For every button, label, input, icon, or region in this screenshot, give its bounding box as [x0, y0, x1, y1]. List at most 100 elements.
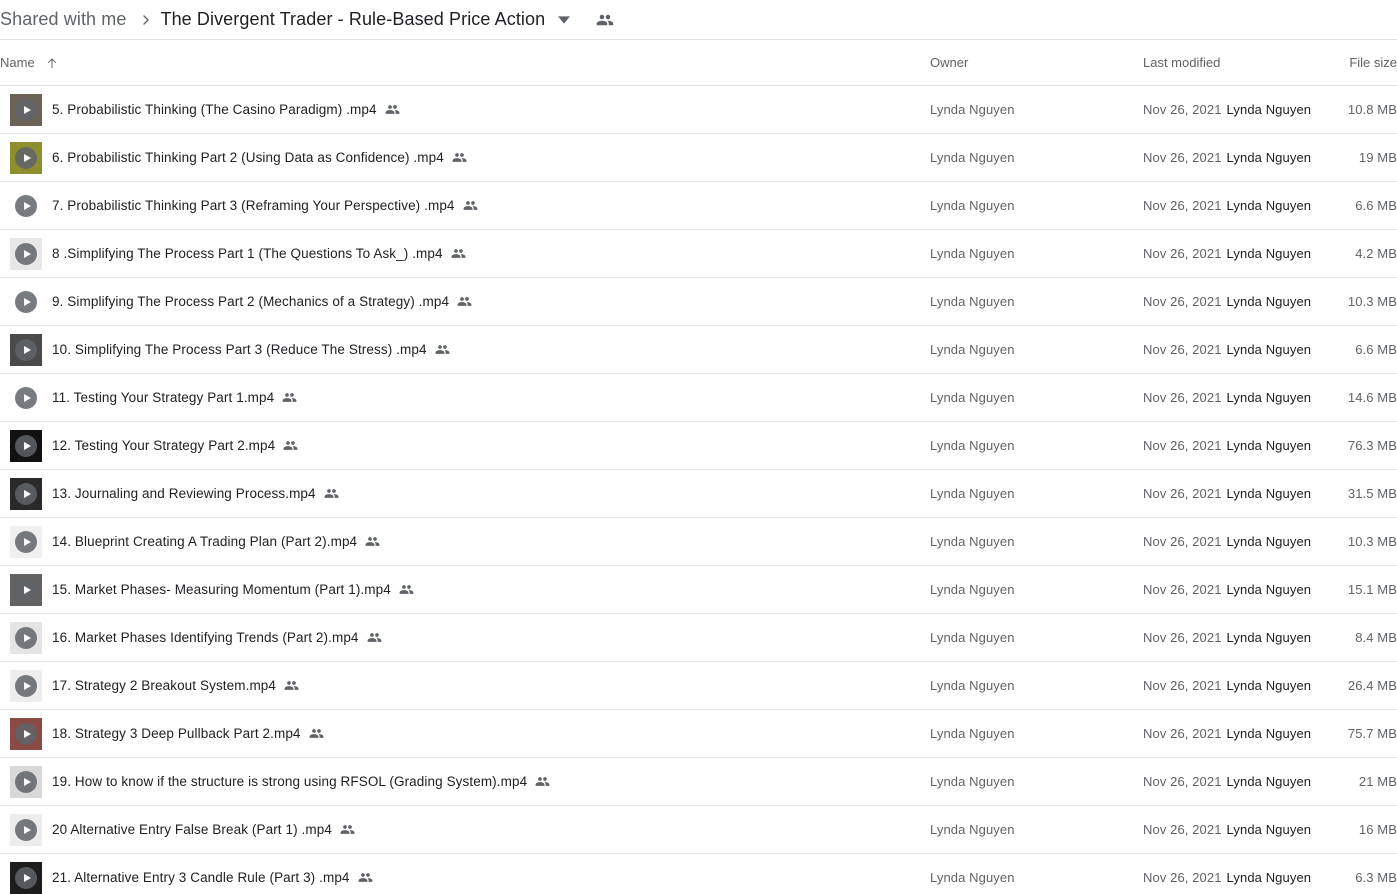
- file-name-label[interactable]: 17. Strategy 2 Breakout System.mp4: [52, 678, 276, 693]
- video-thumbnail[interactable]: [10, 573, 42, 606]
- table-row[interactable]: 9. Simplifying The Process Part 2 (Mecha…: [0, 278, 1397, 326]
- video-thumbnail[interactable]: [10, 285, 42, 318]
- table-row[interactable]: 10. Simplifying The Process Part 3 (Redu…: [0, 326, 1397, 374]
- table-row[interactable]: 20 Alternative Entry False Break (Part 1…: [0, 806, 1397, 854]
- file-name-label[interactable]: 6. Probabilistic Thinking Part 2 (Using …: [52, 150, 444, 165]
- file-name-label[interactable]: 15. Market Phases- Measuring Momentum (P…: [52, 582, 391, 597]
- file-owner: Lynda Nguyen: [930, 390, 1015, 405]
- chevron-down-icon[interactable]: [551, 7, 577, 33]
- file-last-modified: Nov 26, 2021 Lynda Nguyen: [1143, 198, 1342, 213]
- play-icon: [15, 482, 37, 505]
- table-row[interactable]: 16. Market Phases Identifying Trends (Pa…: [0, 614, 1397, 662]
- file-name-cell: 10. Simplifying The Process Part 3 (Redu…: [0, 333, 930, 366]
- file-name-cell: 9. Simplifying The Process Part 2 (Mecha…: [0, 285, 930, 318]
- table-row[interactable]: 8 .Simplifying The Process Part 1 (The Q…: [0, 230, 1397, 278]
- last-modified-by: Lynda Nguyen: [1226, 390, 1312, 405]
- file-owner: Lynda Nguyen: [930, 150, 1015, 165]
- file-name-label[interactable]: 20 Alternative Entry False Break (Part 1…: [52, 822, 332, 837]
- column-header-name[interactable]: Name: [0, 55, 930, 70]
- people-shared-icon[interactable]: [591, 6, 619, 34]
- video-thumbnail[interactable]: [10, 93, 42, 126]
- table-row[interactable]: 18. Strategy 3 Deep Pullback Part 2.mp4 L…: [0, 710, 1397, 758]
- video-thumbnail[interactable]: [10, 669, 42, 702]
- file-last-modified: Nov 26, 2021 Lynda Nguyen: [1143, 246, 1342, 261]
- video-thumbnail[interactable]: [10, 621, 42, 654]
- file-name-label[interactable]: 12. Testing Your Strategy Part 2.mp4: [52, 438, 275, 453]
- file-name-label[interactable]: 13. Journaling and Reviewing Process.mp4: [52, 486, 316, 501]
- file-name-cell: 12. Testing Your Strategy Part 2.mp4: [0, 429, 930, 462]
- breadcrumb-root-shared-with-me[interactable]: Shared with me: [0, 7, 132, 32]
- last-modified-by: Lynda Nguyen: [1226, 246, 1312, 261]
- people-shared-icon: [365, 534, 380, 549]
- table-row[interactable]: 7. Probabilistic Thinking Part 3 (Refram…: [0, 182, 1397, 230]
- column-header-owner[interactable]: Owner: [930, 55, 1143, 70]
- file-name-label[interactable]: 10. Simplifying The Process Part 3 (Redu…: [52, 342, 427, 357]
- file-name-label[interactable]: 9. Simplifying The Process Part 2 (Mecha…: [52, 294, 449, 309]
- file-last-modified: Nov 26, 2021 Lynda Nguyen: [1143, 726, 1342, 741]
- play-icon: [15, 866, 37, 889]
- video-thumbnail[interactable]: [10, 717, 42, 750]
- video-thumbnail[interactable]: [10, 237, 42, 270]
- table-row[interactable]: 21. Alternative Entry 3 Candle Rule (Par…: [0, 854, 1397, 894]
- table-row[interactable]: 5. Probabilistic Thinking (The Casino Pa…: [0, 86, 1397, 134]
- table-row[interactable]: 11. Testing Your Strategy Part 1.mp4 Lynd…: [0, 374, 1397, 422]
- video-thumbnail[interactable]: [10, 477, 42, 510]
- file-name-label[interactable]: 21. Alternative Entry 3 Candle Rule (Par…: [52, 870, 350, 885]
- play-icon: [15, 146, 37, 169]
- video-thumbnail[interactable]: [10, 429, 42, 462]
- last-modified-by: Lynda Nguyen: [1226, 294, 1312, 309]
- video-thumbnail[interactable]: [10, 765, 42, 798]
- table-row[interactable]: 12. Testing Your Strategy Part 2.mp4 Lynd…: [0, 422, 1397, 470]
- file-last-modified: Nov 26, 2021 Lynda Nguyen: [1143, 150, 1342, 165]
- last-modified-by: Lynda Nguyen: [1226, 102, 1312, 117]
- table-row[interactable]: 6. Probabilistic Thinking Part 2 (Using …: [0, 134, 1397, 182]
- file-owner: Lynda Nguyen: [930, 294, 1015, 309]
- file-name-label[interactable]: 16. Market Phases Identifying Trends (Pa…: [52, 630, 359, 645]
- file-name-label[interactable]: 11. Testing Your Strategy Part 1.mp4: [52, 390, 274, 405]
- table-row[interactable]: 19. How to know if the structure is stro…: [0, 758, 1397, 806]
- file-owner: Lynda Nguyen: [930, 582, 1015, 597]
- column-header-row: Name Owner Last modified File size: [0, 40, 1397, 86]
- sort-ascending-icon[interactable]: [45, 56, 59, 70]
- last-modified-date: Nov 26, 2021: [1143, 678, 1222, 693]
- file-size: 6.6 MB: [1355, 342, 1397, 357]
- file-name-cell: 15. Market Phases- Measuring Momentum (P…: [0, 573, 930, 606]
- table-row[interactable]: 17. Strategy 2 Breakout System.mp4 Lynda …: [0, 662, 1397, 710]
- video-thumbnail[interactable]: [10, 333, 42, 366]
- video-thumbnail[interactable]: [10, 813, 42, 846]
- file-size: 76.3 MB: [1347, 438, 1397, 453]
- file-size: 75.7 MB: [1347, 726, 1397, 741]
- file-name-cell: 21. Alternative Entry 3 Candle Rule (Par…: [0, 861, 930, 894]
- file-name-label[interactable]: 14. Blueprint Creating A Trading Plan (P…: [52, 534, 357, 549]
- video-thumbnail[interactable]: [10, 189, 42, 222]
- table-row[interactable]: 14. Blueprint Creating A Trading Plan (P…: [0, 518, 1397, 566]
- file-last-modified: Nov 26, 2021 Lynda Nguyen: [1143, 534, 1342, 549]
- file-name-label[interactable]: 5. Probabilistic Thinking (The Casino Pa…: [52, 102, 377, 117]
- table-row[interactable]: 15. Market Phases- Measuring Momentum (P…: [0, 566, 1397, 614]
- file-size: 14.6 MB: [1347, 390, 1397, 405]
- video-thumbnail[interactable]: [10, 141, 42, 174]
- last-modified-by: Lynda Nguyen: [1226, 486, 1312, 501]
- file-size: 31.5 MB: [1347, 486, 1397, 501]
- people-shared-icon: [358, 870, 373, 885]
- file-name-label[interactable]: 7. Probabilistic Thinking Part 3 (Refram…: [52, 198, 455, 213]
- file-name-cell: 14. Blueprint Creating A Trading Plan (P…: [0, 525, 930, 558]
- play-icon: [15, 818, 37, 841]
- column-header-file-size[interactable]: File size: [1342, 55, 1397, 70]
- last-modified-date: Nov 26, 2021: [1143, 294, 1222, 309]
- file-name-label[interactable]: 18. Strategy 3 Deep Pullback Part 2.mp4: [52, 726, 301, 741]
- last-modified-by: Lynda Nguyen: [1226, 534, 1312, 549]
- people-shared-icon: [324, 486, 339, 501]
- file-name-label[interactable]: 19. How to know if the structure is stro…: [52, 774, 527, 789]
- file-name-cell: 17. Strategy 2 Breakout System.mp4: [0, 669, 930, 702]
- video-thumbnail[interactable]: [10, 525, 42, 558]
- video-thumbnail[interactable]: [10, 381, 42, 414]
- column-header-last-modified[interactable]: Last modified: [1143, 55, 1342, 70]
- breadcrumb-current-folder[interactable]: The Divergent Trader - Rule-Based Price …: [160, 9, 545, 30]
- table-row[interactable]: 13. Journaling and Reviewing Process.mp4…: [0, 470, 1397, 518]
- file-size: 19 MB: [1358, 150, 1397, 165]
- video-thumbnail[interactable]: [10, 861, 42, 894]
- file-name-label[interactable]: 8 .Simplifying The Process Part 1 (The Q…: [52, 246, 443, 261]
- file-owner: Lynda Nguyen: [930, 726, 1015, 741]
- last-modified-by: Lynda Nguyen: [1226, 198, 1312, 213]
